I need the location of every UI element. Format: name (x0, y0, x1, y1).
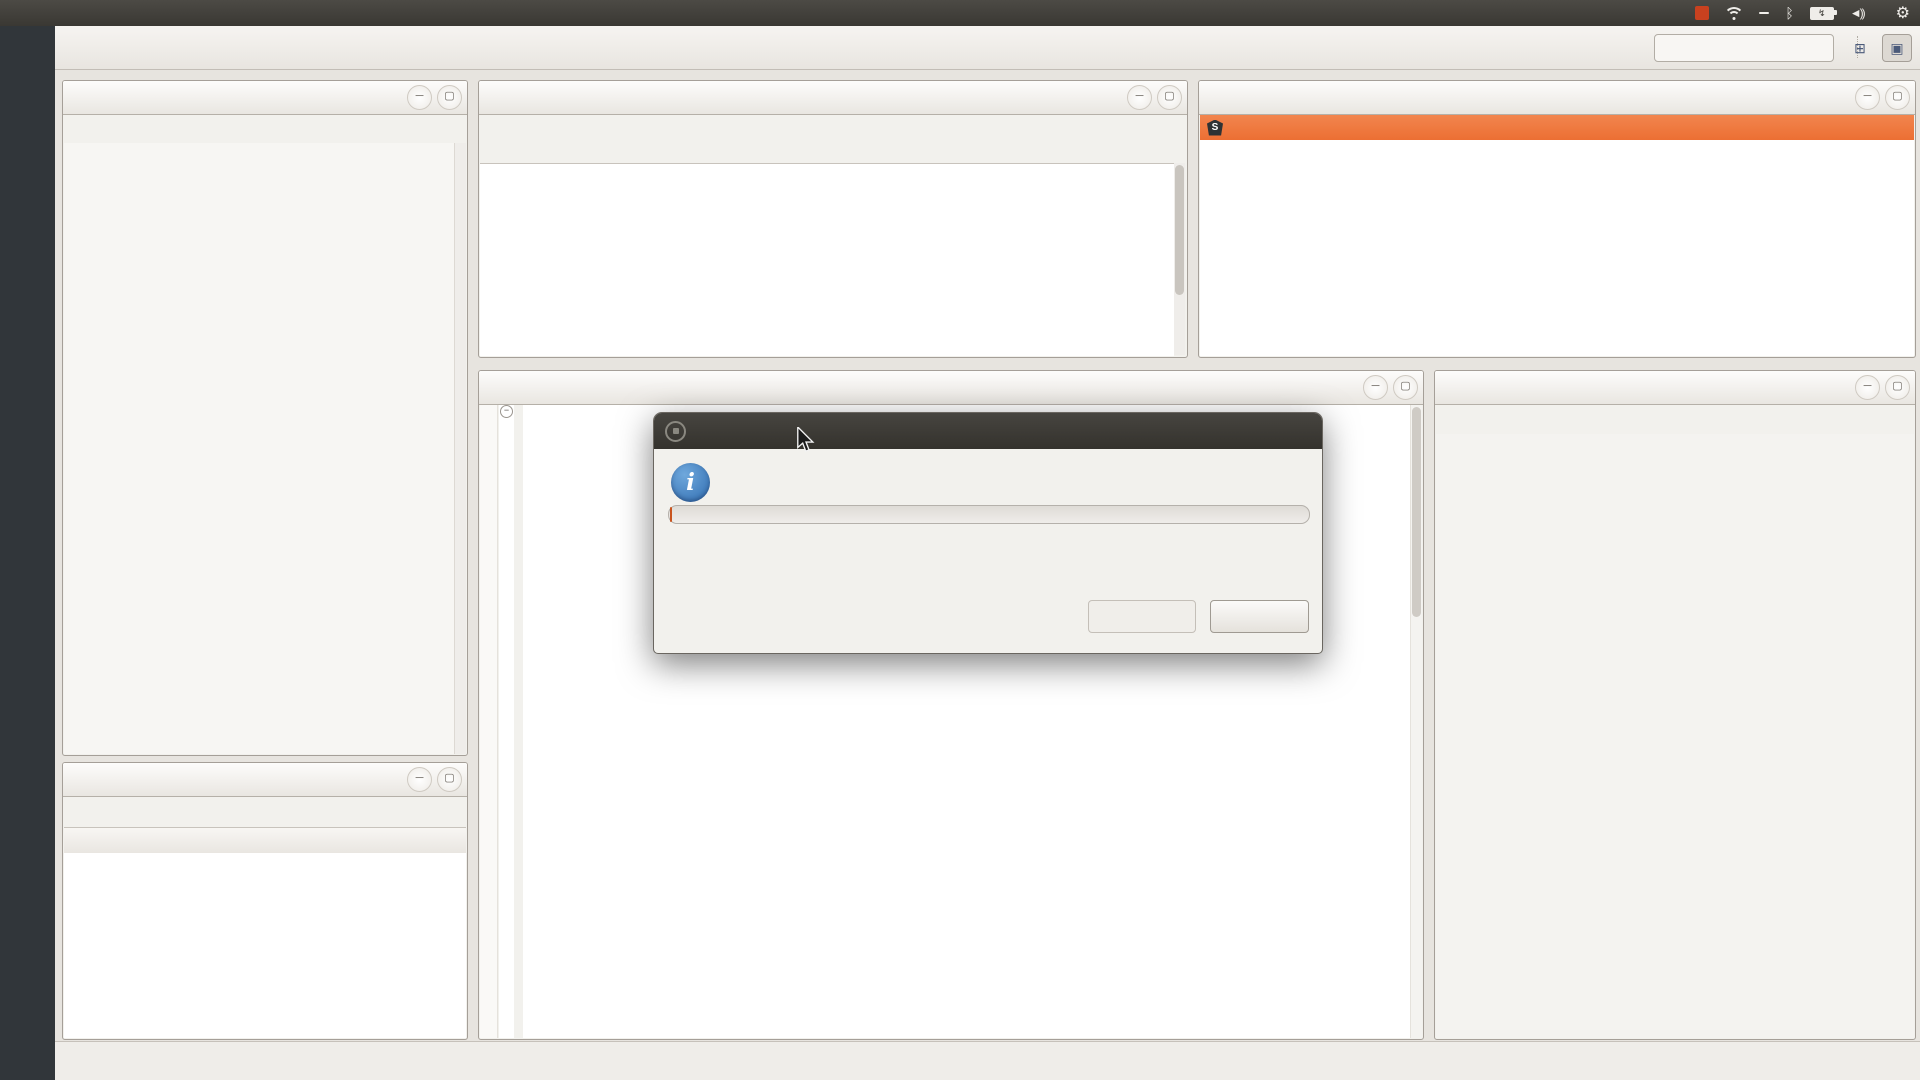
minimize-button[interactable]: ─ (407, 85, 432, 110)
wifi-icon[interactable] (1725, 7, 1743, 20)
variables-panel: ─▢ (62, 762, 468, 1040)
variables-toolbar (63, 797, 467, 826)
status-bar (55, 1041, 1920, 1080)
fold-collapse-icon[interactable]: − (500, 405, 513, 418)
project-tree (64, 143, 455, 754)
maximize-button[interactable]: ▢ (1393, 375, 1418, 400)
system-tray: ᛒ ↯ ◄)) ⚙ (1695, 0, 1910, 26)
dialog-window-icon (665, 421, 686, 442)
desktop: ᛒ ↯ ◄)) ⚙ ⊞ ▣ ─▢ ─▢ (0, 0, 1920, 1080)
keyboard-layout-indicator[interactable] (1759, 12, 1769, 14)
maximize-button[interactable]: ▢ (1885, 375, 1910, 400)
cancel-button[interactable] (1210, 600, 1309, 633)
project-explorer-toolbar (63, 115, 467, 144)
debug-tree-body[interactable] (1200, 140, 1914, 356)
open-perspective-button[interactable]: ⊞ (1846, 35, 1874, 61)
debug-panel: ─▢ S (1198, 80, 1916, 358)
battery-icon[interactable]: ↯ (1810, 7, 1834, 20)
info-icon: i (671, 463, 710, 502)
console-toolbar (479, 115, 1187, 144)
main-toolbar: ⊞ ▣ (55, 26, 1920, 70)
variables-column-headers (64, 827, 466, 854)
progress-bar (668, 505, 1310, 524)
editor-folding-ruler[interactable]: − (499, 405, 514, 1038)
mouse-cursor (795, 427, 817, 453)
terminal-body[interactable] (1436, 434, 1914, 1038)
maximize-button[interactable]: ▢ (437, 767, 462, 792)
quick-access-input[interactable] (1654, 34, 1834, 62)
bluetooth-icon[interactable]: ᛒ (1785, 6, 1793, 20)
console-panel: ─▢ (478, 80, 1188, 358)
terminal-tabrow: ─▢ (1435, 371, 1915, 405)
debug-launch-item[interactable]: S (1200, 115, 1914, 140)
progress-bar-fill (670, 507, 672, 522)
console-scrollbar[interactable] (1174, 163, 1185, 355)
editor-scrollbar[interactable] (1410, 405, 1422, 1038)
project-tree-scrollbar[interactable] (454, 143, 466, 754)
maximize-button[interactable]: ▢ (1157, 85, 1182, 110)
console-output[interactable] (480, 163, 1174, 356)
volume-icon[interactable]: ◄)) (1850, 6, 1864, 20)
debug-perspective-button[interactable]: ▣ (1882, 34, 1912, 62)
variables-table-body[interactable] (64, 853, 466, 1038)
perspective-switcher: ⊞ ▣ (1846, 34, 1912, 62)
minimize-button[interactable]: ─ (407, 767, 432, 792)
console-tabrow: ─▢ (479, 81, 1187, 115)
window-titlebar[interactable]: ᛒ ↯ ◄)) ⚙ (0, 0, 1920, 26)
ubuntu-launcher (0, 26, 55, 1080)
project-explorer-tabrow: ─▢ (63, 81, 467, 115)
debug-tabrow: ─▢ (1199, 81, 1915, 115)
minimize-button[interactable]: ─ (1855, 375, 1880, 400)
maximize-button[interactable]: ▢ (437, 85, 462, 110)
editor-annotation-ruler[interactable] (480, 405, 498, 1038)
dialog-titlebar[interactable] (654, 413, 1322, 449)
minimize-button[interactable]: ─ (1127, 85, 1152, 110)
session-menu-icon[interactable]: ⚙ (1896, 3, 1910, 23)
editor-tabrow: ─▢ (479, 371, 1423, 405)
sifive-icon: S (1207, 120, 1223, 136)
terminal-panel: ─▢ (1434, 370, 1916, 1040)
progress-dialog: i (653, 412, 1323, 654)
project-explorer-panel: ─▢ (62, 80, 468, 756)
variables-tabrow: ─▢ (63, 763, 467, 797)
minimize-button[interactable]: ─ (1855, 85, 1880, 110)
recording-indicator-icon (1695, 6, 1709, 20)
maximize-button[interactable]: ▢ (1885, 85, 1910, 110)
terminal-toolbar (1435, 405, 1915, 434)
details-button[interactable] (1088, 600, 1196, 633)
minimize-button[interactable]: ─ (1363, 375, 1388, 400)
